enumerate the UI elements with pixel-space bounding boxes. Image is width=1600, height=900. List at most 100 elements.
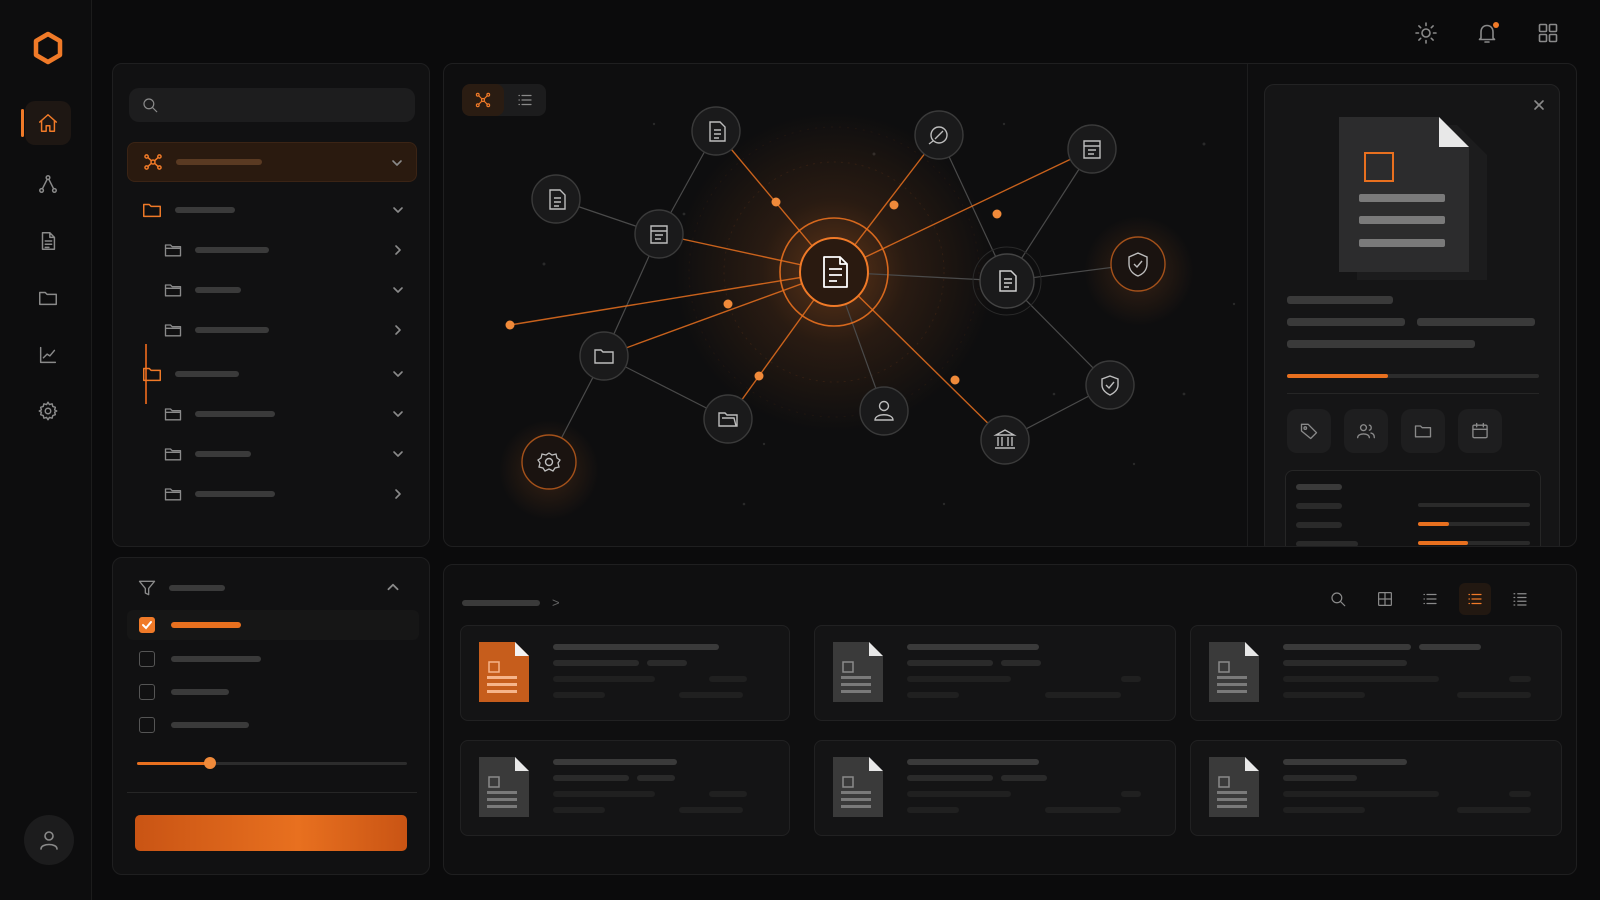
file-search-button[interactable] <box>1322 583 1354 615</box>
filter-option[interactable] <box>127 644 419 674</box>
file-meta-line <box>679 692 743 698</box>
file-meta-line <box>637 775 675 781</box>
checkbox[interactable] <box>139 717 155 733</box>
apply-filter-button[interactable] <box>135 815 407 851</box>
calendar-button[interactable] <box>1458 409 1502 453</box>
file-name <box>553 759 677 765</box>
nav-graph[interactable] <box>25 162 71 206</box>
nav-analytics[interactable] <box>25 333 71 377</box>
apps-button[interactable] <box>1533 18 1563 48</box>
tree-row-subfolder[interactable] <box>127 434 417 474</box>
users-button[interactable] <box>1344 409 1388 453</box>
checkbox[interactable] <box>139 651 155 667</box>
nav-folders[interactable] <box>25 276 71 320</box>
notifications-button[interactable] <box>1472 18 1502 48</box>
divider <box>1287 393 1539 394</box>
graph-node-shield[interactable] <box>1110 236 1166 292</box>
tree-row-subfolder[interactable] <box>127 474 417 514</box>
tree-row-folder[interactable] <box>127 190 417 230</box>
list-view-button[interactable] <box>1414 583 1446 615</box>
file-card[interactable] <box>1190 625 1562 721</box>
folder-icon <box>164 488 182 501</box>
file-card[interactable] <box>814 740 1176 836</box>
chevron-up-icon[interactable] <box>385 579 401 595</box>
graph-node-user[interactable] <box>859 386 909 436</box>
chevron-down-icon[interactable] <box>391 203 405 217</box>
chevron-right-icon[interactable] <box>391 243 405 257</box>
file-meta-line <box>907 692 959 698</box>
tag-button[interactable] <box>1287 409 1331 453</box>
graph-view-button[interactable] <box>462 84 504 116</box>
files-panel: > <box>443 564 1577 875</box>
hexagon-logo-icon[interactable] <box>30 30 66 66</box>
tree-row-folder[interactable] <box>127 354 417 394</box>
range-slider-thumb[interactable] <box>203 757 216 769</box>
folder-icon <box>143 367 161 382</box>
nav-documents[interactable] <box>25 219 71 263</box>
graph-node-document[interactable] <box>634 209 684 259</box>
file-card[interactable] <box>460 625 790 721</box>
file-meta-line <box>709 676 747 682</box>
range-slider[interactable] <box>137 757 407 769</box>
file-card[interactable] <box>1190 740 1562 836</box>
folder-icon <box>164 324 182 337</box>
graph-node-link[interactable] <box>914 110 964 160</box>
tree-row-label <box>175 207 235 213</box>
graph-node-document[interactable] <box>531 174 581 224</box>
stat-row <box>1296 541 1532 546</box>
filter-option[interactable] <box>127 610 419 640</box>
chevron-down-icon[interactable] <box>391 283 405 297</box>
folder-button[interactable] <box>1401 409 1445 453</box>
graph-node-folder[interactable] <box>579 331 629 381</box>
range-slider-fill <box>137 762 210 765</box>
close-button[interactable] <box>1529 95 1549 115</box>
graph-node-folder-open[interactable] <box>703 394 753 444</box>
graph-node-spreadsheet[interactable] <box>1067 124 1117 174</box>
theme-toggle-button[interactable] <box>1411 18 1441 48</box>
filter-option[interactable] <box>127 677 419 707</box>
stat-bar <box>1418 522 1530 526</box>
graph-node-document[interactable] <box>691 106 741 156</box>
filter-option[interactable] <box>127 710 419 740</box>
tree-row-subfolder[interactable] <box>127 230 417 270</box>
grid-view-button[interactable] <box>1369 583 1401 615</box>
graph-view-icon <box>475 92 491 108</box>
avatar[interactable] <box>24 815 74 865</box>
tree-row-subfolder[interactable] <box>127 394 417 434</box>
tree-row-label <box>195 451 251 457</box>
file-name <box>907 644 1039 650</box>
graph-node-document[interactable] <box>972 246 1042 316</box>
chevron-down-icon[interactable] <box>391 407 405 421</box>
file-meta-line <box>1509 676 1531 682</box>
nav-settings[interactable] <box>25 389 71 433</box>
chevron-right-icon[interactable] <box>391 323 405 337</box>
checkbox[interactable] <box>139 684 155 700</box>
list-view-button[interactable] <box>504 84 546 116</box>
compact-list-button[interactable] <box>1504 583 1536 615</box>
chevron-down-icon[interactable] <box>391 447 405 461</box>
tree-row-subfolder[interactable] <box>127 270 417 310</box>
tree-row-subfolder[interactable] <box>127 310 417 350</box>
breadcrumb-item[interactable] <box>462 599 540 606</box>
chevron-right-icon[interactable] <box>391 487 405 501</box>
apps-grid-icon <box>1538 23 1558 43</box>
file-meta-line <box>1121 676 1141 682</box>
stat-bar <box>1418 503 1530 507</box>
document-icon <box>833 757 883 817</box>
graph-node-settings[interactable] <box>521 434 577 490</box>
folder-icon <box>164 408 182 421</box>
file-card[interactable] <box>460 740 790 836</box>
file-meta-line <box>553 660 639 666</box>
file-meta-line <box>553 791 655 797</box>
graph-node-bank[interactable] <box>980 415 1030 465</box>
nav-home[interactable] <box>21 101 71 145</box>
search-input[interactable] <box>169 97 409 113</box>
file-card[interactable] <box>814 625 1176 721</box>
checkbox-checked[interactable] <box>139 617 155 633</box>
graph-node-shield[interactable] <box>1085 360 1135 410</box>
tree-row-label <box>176 159 262 165</box>
detail-list-button[interactable] <box>1459 583 1491 615</box>
chevron-down-icon[interactable] <box>390 156 404 170</box>
tree-row-root-network[interactable] <box>127 142 417 182</box>
chevron-down-icon[interactable] <box>391 367 405 381</box>
